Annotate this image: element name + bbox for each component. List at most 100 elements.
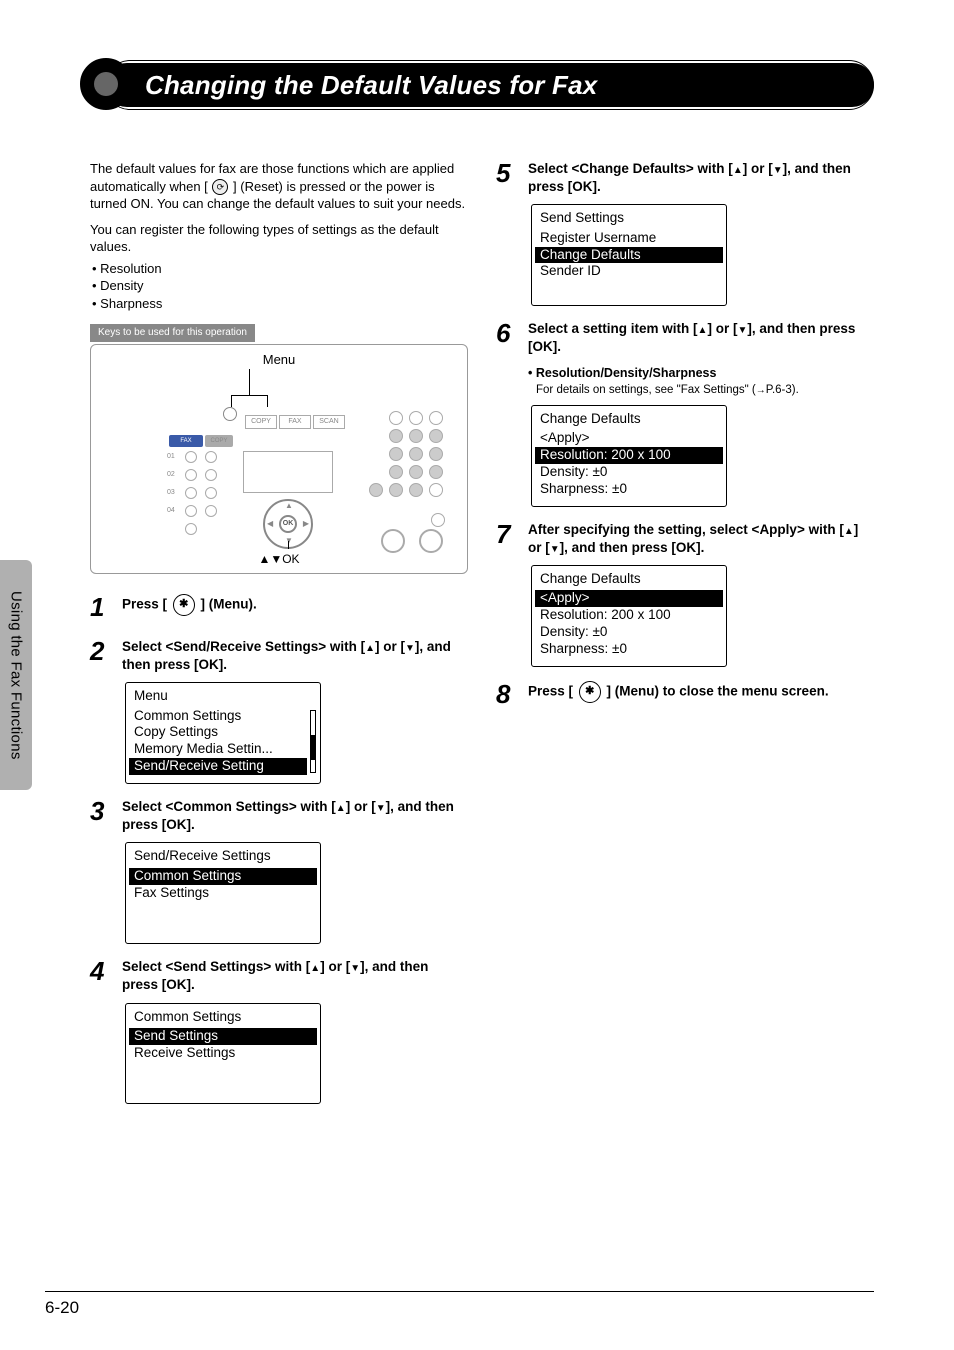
down-arrow-icon [737,321,747,336]
diagram-menu-button-icon [223,407,237,421]
step-6-subheading: Resolution/Density/Sharpness [528,365,874,382]
lcd-row: <Apply> [532,430,726,447]
diagram-menu-label: Menu [91,351,467,369]
down-arrow-icon [405,639,415,654]
keys-label: Keys to be used for this operation [90,324,255,342]
diagram-arrow-ok-label: ▲▼OK [91,551,467,567]
lcd-scrollbar [310,710,316,774]
title-banner: Changing the Default Values for Fax [85,60,874,120]
diagram-right-keypad [369,411,443,501]
diagram-fax-tab: FAX [169,435,203,447]
page-number: 6-20 [45,1298,79,1317]
lcd-row-selected: Resolution: 200 x 100 [535,447,723,464]
step-1: 1 Press [ ✱ ] (Menu). [90,594,468,624]
diagram-copy-mode: COPY [245,415,277,429]
step-4-lcd: Common Settings Send Settings Receive Se… [125,1003,321,1105]
step-number: 5 [496,160,518,306]
step-1-text: Press [ ✱ ] (Menu). [122,594,468,616]
step-6-text: Select a setting item with [] or [], and… [528,320,874,356]
diagram-start-buttons [381,529,443,553]
step-7-lcd: Change Defaults <Apply> Resolution: 200 … [531,565,727,667]
page-footer: 6-20 [45,1291,874,1318]
lcd-row [126,1062,320,1079]
diagram-stop-icon [431,513,445,527]
lcd-row: Sharpness: ±0 [532,481,726,498]
diagram-copy-tab: COPY [205,435,233,447]
lcd-row [126,1078,320,1095]
step-8: 8 Press [ ✱ ] (Menu) to close the menu s… [496,681,874,711]
diagram-scan-mode: SCAN [313,415,345,429]
left-column: The default values for fax are those fun… [90,160,468,1118]
step-3-lcd: Send/Receive Settings Common Settings Fa… [125,842,321,944]
step-number: 4 [90,958,112,1104]
menu-button-icon: ✱ [173,594,195,616]
lcd-row-selected: <Apply> [535,590,723,607]
up-arrow-icon [733,161,743,176]
intro-paragraph-1: The default values for fax are those fun… [90,160,468,213]
lcd-row: Memory Media Settin... [126,741,310,758]
lcd-row: Register Username [532,230,726,247]
side-tab-label: Using the Fax Functions [8,591,25,760]
lcd-title: Common Settings [126,1007,320,1028]
reset-icon: ⟳ [212,179,228,195]
lcd-row: Fax Settings [126,885,320,902]
lcd-row: Density: ±0 [532,624,726,641]
lcd-row: Resolution: 200 x 100 [532,607,726,624]
diagram-fax-mode: FAX [279,415,311,429]
up-arrow-icon [844,522,854,537]
step-number: 7 [496,521,518,667]
diagram-mode-row: COPY FAX SCAN [245,415,345,429]
up-arrow-icon [336,799,346,814]
step-number: 1 [90,594,112,624]
bullet-density: Density [92,277,468,295]
step-2: 2 Select <Send/Receive Settings> with []… [90,638,468,784]
lcd-row-selected: Common Settings [129,868,317,885]
step-number: 2 [90,638,112,784]
control-panel-diagram: Menu COPY FAX SCAN FAX COPY 01 02 03 04 [90,344,468,574]
lcd-row [126,901,320,918]
intro-paragraph-2: You can register the following types of … [90,221,468,256]
lcd-row: Density: ±0 [532,464,726,481]
step-4-text: Select <Send Settings> with [] or [], an… [122,958,468,994]
step-5: 5 Select <Change Defaults> with [] or []… [496,160,874,306]
step-2-lcd: Menu Common Settings Copy Settings Memor… [125,682,321,784]
lcd-title: Send/Receive Settings [126,846,320,867]
diagram-lcd [243,451,333,493]
page-title: Changing the Default Values for Fax [145,70,597,101]
up-arrow-icon [310,959,320,974]
down-arrow-icon [350,959,360,974]
title-bullet-icon [80,58,132,110]
bullet-resolution: Resolution [92,260,468,278]
diagram-onetouch-grid: 01 02 03 04 [167,451,217,541]
default-value-list: Resolution Density Sharpness [92,260,468,313]
step-number: 3 [90,798,112,944]
right-column: 5 Select <Change Defaults> with [] or []… [496,160,874,1118]
lcd-row [532,280,726,297]
up-arrow-icon [698,321,708,336]
lcd-row [126,918,320,935]
lcd-title: Change Defaults [532,409,726,430]
step-7: 7 After specifying the setting, select <… [496,521,874,667]
lcd-row: Copy Settings [126,724,310,741]
step-6: 6 Select a setting item with [] or [], a… [496,320,874,507]
lcd-row: Sharpness: ±0 [532,641,726,658]
step-3-text: Select <Common Settings> with [] or [], … [122,798,468,834]
up-arrow-icon [365,639,375,654]
step-8-text: Press [ ✱ ] (Menu) to close the menu scr… [528,681,874,703]
step-4: 4 Select <Send Settings> with [] or [], … [90,958,468,1104]
lcd-row-selected: Change Defaults [535,247,723,264]
lcd-row: Receive Settings [126,1045,320,1062]
lcd-row: Sender ID [532,263,726,280]
lcd-title: Menu [126,686,320,707]
lcd-title: Change Defaults [532,569,726,590]
down-arrow-icon [376,799,386,814]
down-arrow-icon [550,540,560,555]
lcd-row-selected: Send Settings [129,1028,317,1045]
lcd-row: Common Settings [126,708,310,725]
down-arrow-icon [773,161,783,176]
step-3: 3 Select <Common Settings> with [] or []… [90,798,468,944]
lcd-title: Send Settings [532,208,726,229]
xref-arrow-icon [756,384,766,396]
bullet-sharpness: Sharpness [92,295,468,313]
step-number: 8 [496,681,518,711]
